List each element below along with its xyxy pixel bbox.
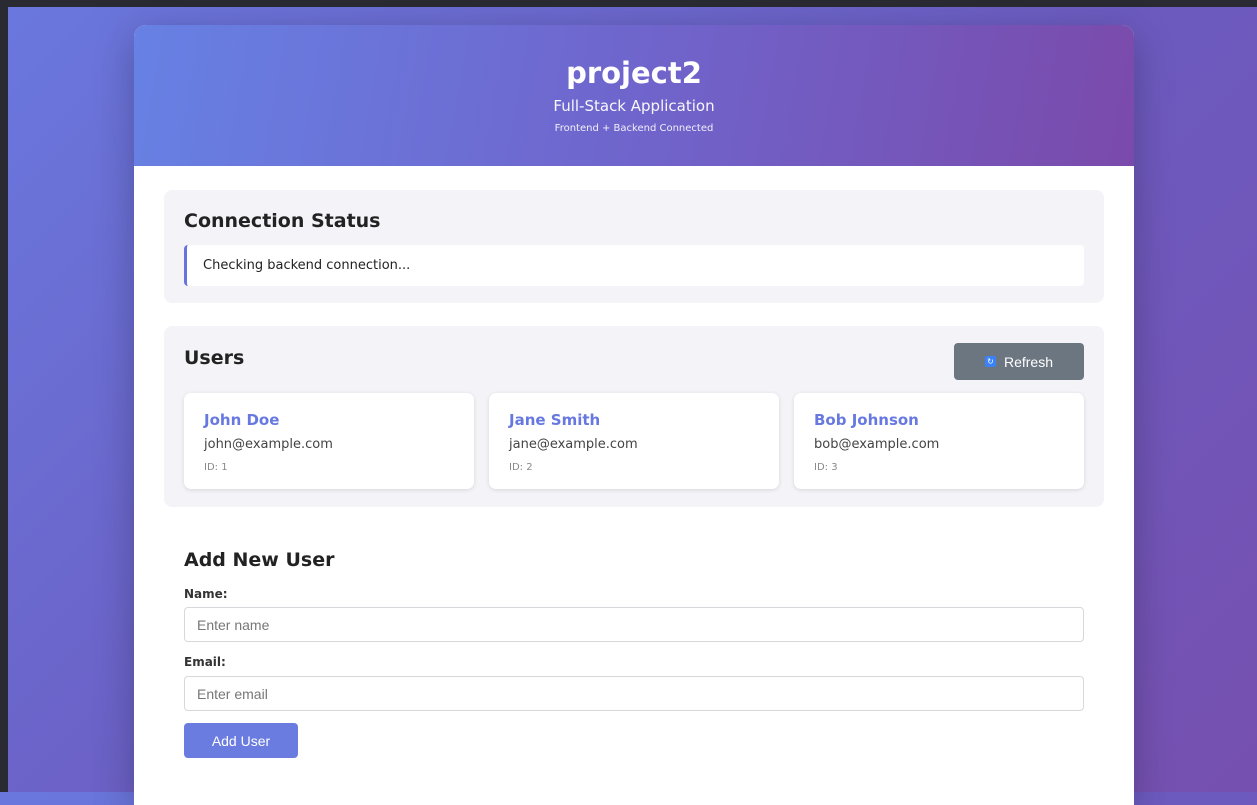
app-title: project2 [566, 56, 702, 90]
refresh-button[interactable]: ↻ Refresh [954, 343, 1084, 380]
user-card: Bob Johnson bob@example.com ID: 3 [794, 393, 1084, 489]
refresh-icon: ↻ [984, 356, 996, 367]
user-name: Jane Smith [509, 411, 601, 429]
connection-status-heading: Connection Status [184, 210, 381, 232]
window-left-edge [0, 0, 8, 792]
add-user-heading: Add New User [184, 549, 335, 571]
user-id: ID: 2 [509, 462, 533, 473]
user-email: jane@example.com [509, 437, 638, 452]
user-card: Jane Smith jane@example.com ID: 2 [489, 393, 779, 489]
user-name: Bob Johnson [814, 411, 919, 429]
email-input[interactable] [184, 676, 1084, 711]
users-heading: Users [184, 347, 245, 369]
add-user-button[interactable]: Add User [184, 723, 298, 758]
users-section: Users ↻ Refresh John Doe john@example.co… [164, 326, 1104, 507]
connection-status-section: Connection Status Checking backend conne… [164, 190, 1104, 303]
name-label: Name: [184, 587, 228, 601]
user-email: bob@example.com [814, 437, 940, 452]
email-label: Email: [184, 655, 226, 669]
app-tagline: Frontend + Backend Connected [554, 123, 714, 134]
connection-status-message: Checking backend connection... [184, 245, 1084, 286]
refresh-button-label: Refresh [1003, 353, 1054, 370]
window-top-edge [0, 0, 1257, 7]
app-container: project2 Full-Stack Application Frontend… [134, 25, 1134, 805]
app-subtitle: Full-Stack Application [553, 97, 715, 115]
user-name: John Doe [204, 411, 280, 429]
user-id: ID: 3 [814, 462, 838, 473]
name-input[interactable] [184, 607, 1084, 642]
user-id: ID: 1 [204, 462, 228, 473]
app-header: project2 Full-Stack Application Frontend… [134, 25, 1134, 166]
user-card: John Doe john@example.com ID: 1 [184, 393, 474, 489]
user-email: john@example.com [204, 437, 333, 452]
